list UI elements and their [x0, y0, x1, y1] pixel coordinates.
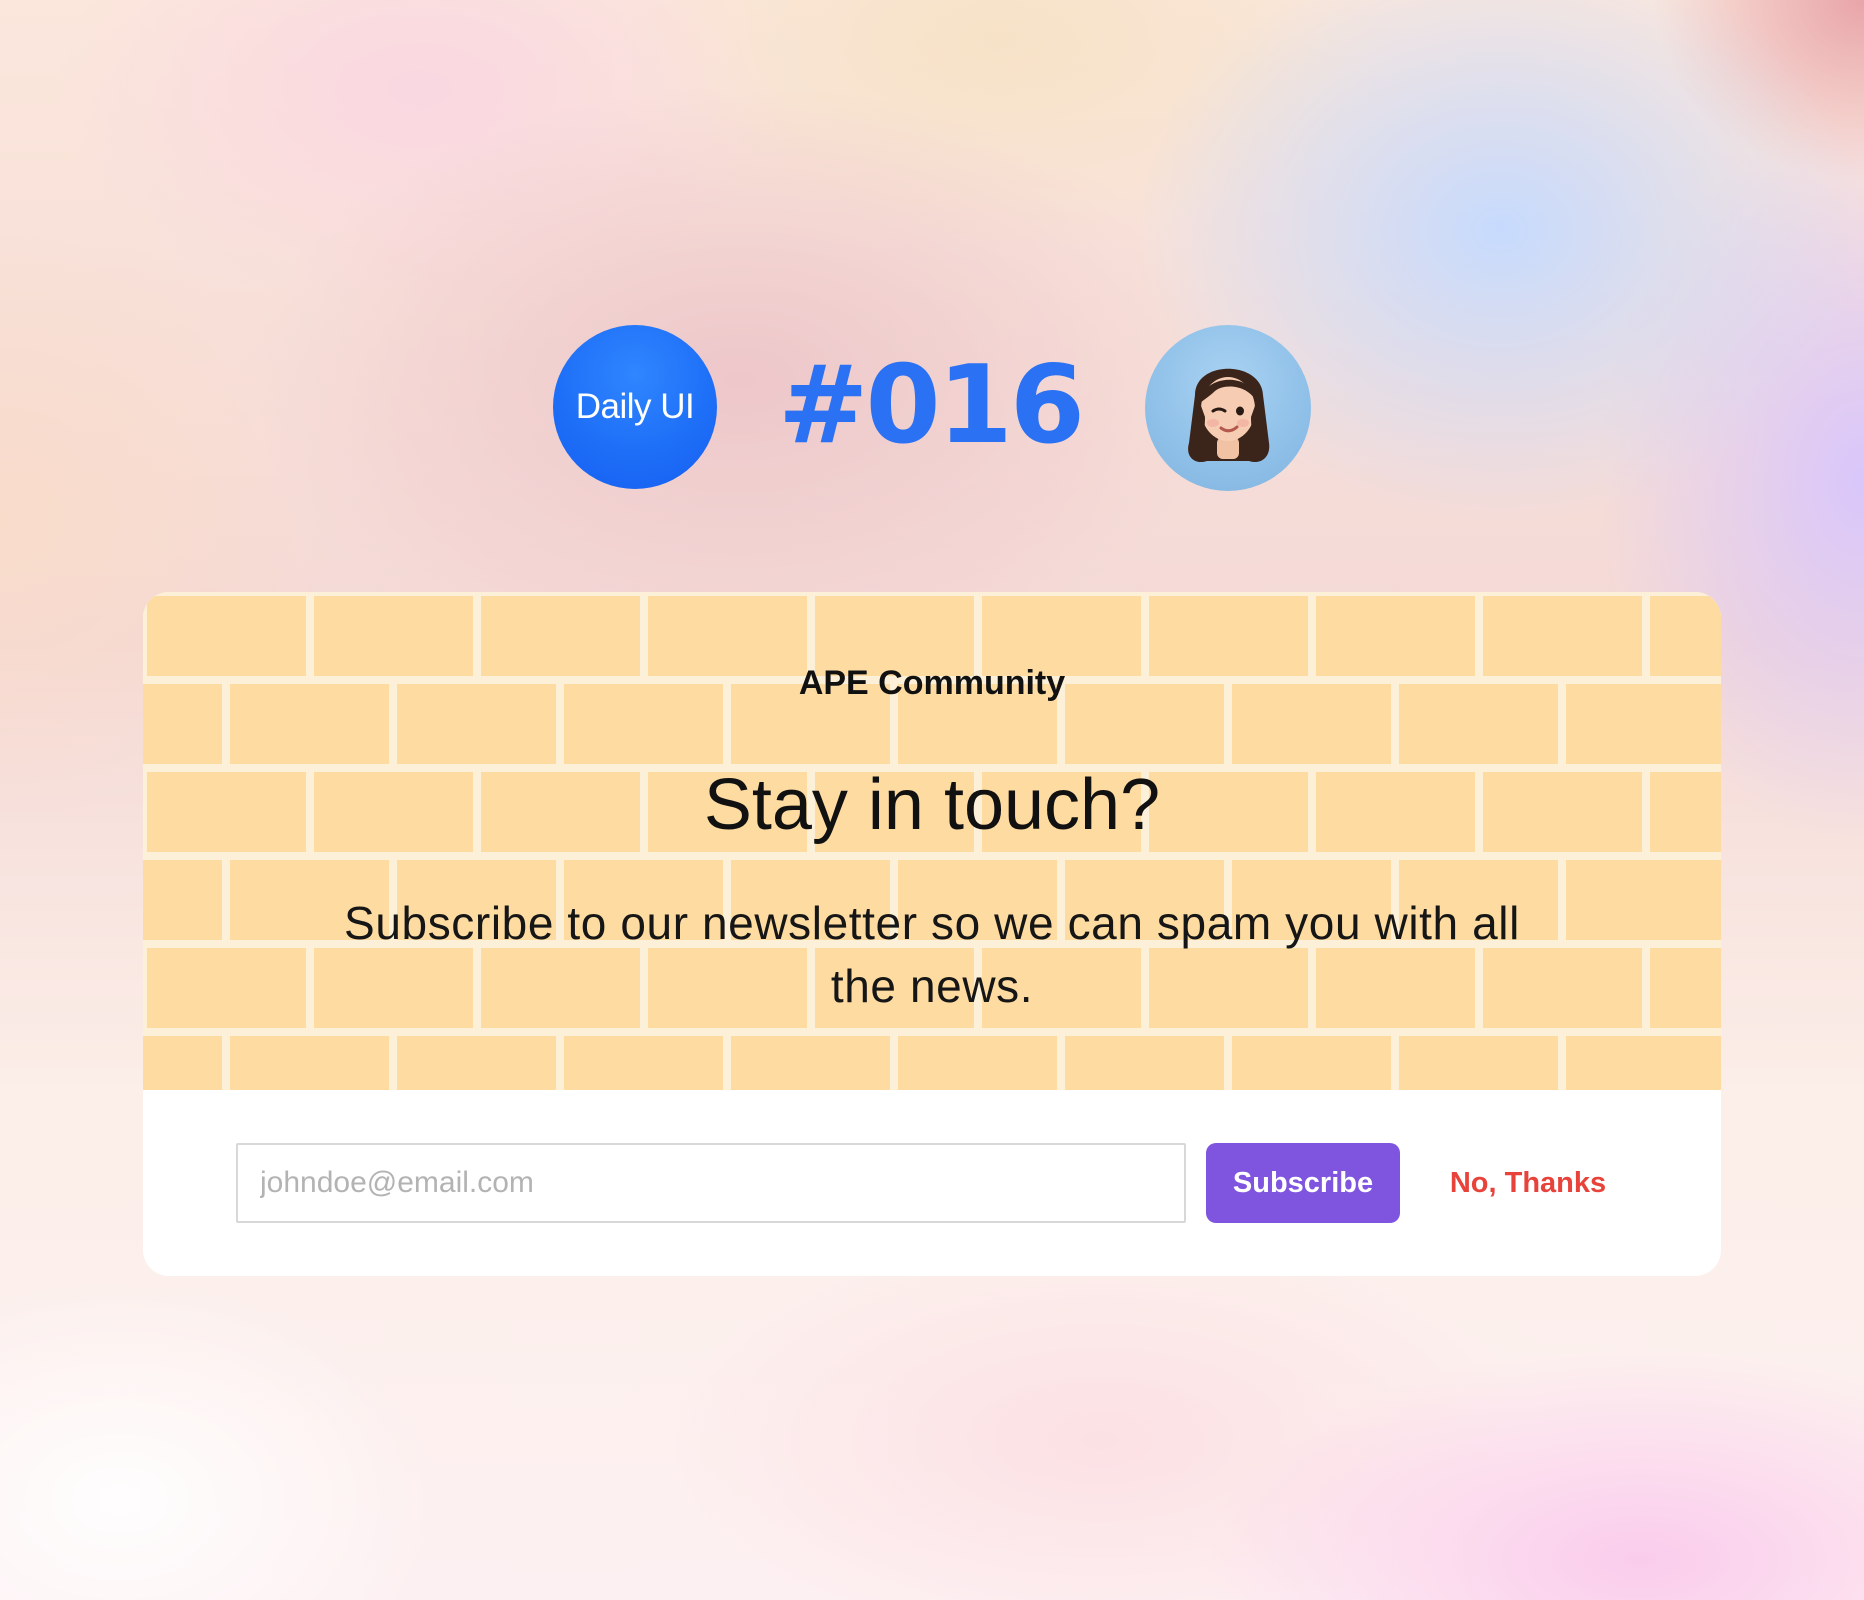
- card-title: Stay in touch?: [703, 765, 1161, 845]
- subscribe-button[interactable]: Subscribe: [1206, 1143, 1400, 1223]
- brick: [1566, 860, 1721, 940]
- no-thanks-button[interactable]: No, Thanks: [1443, 1143, 1613, 1223]
- brick: [1650, 948, 1721, 1028]
- email-input[interactable]: [236, 1143, 1186, 1223]
- brick: [564, 1036, 723, 1090]
- brick: [1399, 1036, 1558, 1090]
- brick: [143, 1036, 222, 1090]
- brick: [147, 948, 306, 1028]
- challenge-number: #016: [778, 342, 1085, 468]
- brick: [1065, 1036, 1224, 1090]
- brick: [143, 860, 222, 940]
- daily-ui-badge-label: Daily UI: [575, 387, 695, 426]
- memoji-avatar-graphic: [1188, 368, 1270, 463]
- brick: [230, 1036, 389, 1090]
- brick: [898, 1036, 1057, 1090]
- newsletter-card: APE Community Stay in touch? Subscribe t…: [143, 592, 1721, 1276]
- brick: [731, 1036, 890, 1090]
- memoji-avatar-icon: [1145, 325, 1311, 491]
- daily-ui-badge: Daily UI: [553, 325, 717, 489]
- community-name: APE Community: [798, 664, 1066, 702]
- brick: [1566, 1036, 1721, 1090]
- brick: [397, 1036, 556, 1090]
- card-subtitle: Subscribe to our newsletter so we can sp…: [344, 897, 1520, 1012]
- brick: [1232, 1036, 1391, 1090]
